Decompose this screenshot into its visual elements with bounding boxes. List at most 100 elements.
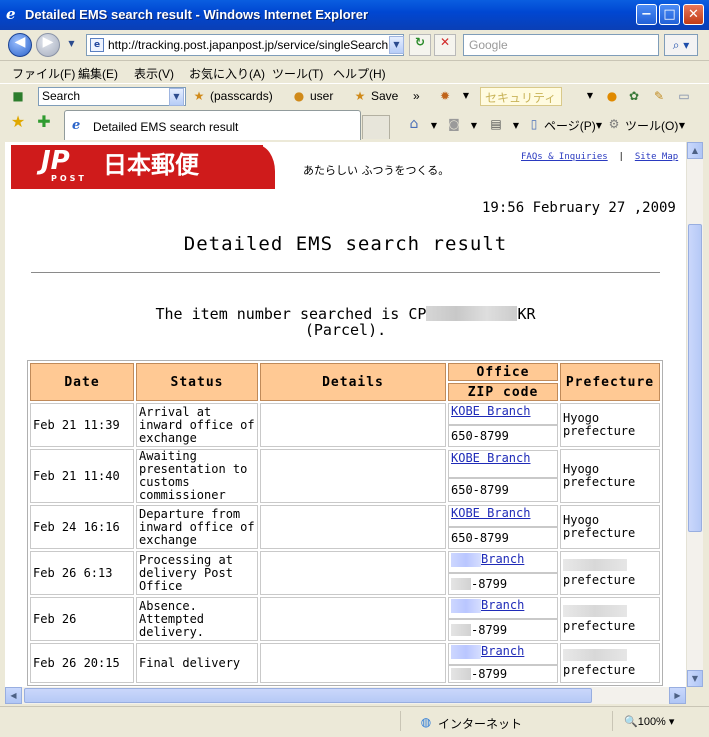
page-title: Detailed EMS search result	[183, 233, 508, 255]
vertical-scroll-thumb[interactable]	[688, 224, 702, 532]
office-link[interactable]: KOBE Branch	[451, 452, 530, 465]
security-dropdown-icon[interactable]: ▼	[582, 88, 598, 104]
address-input[interactable]: e http://tracking.post.japanpost.jp/serv…	[86, 34, 404, 56]
menu-tools[interactable]: ツール(T)	[272, 65, 323, 82]
menu-edit[interactable]: 編集(E)	[78, 65, 118, 82]
cell-details	[260, 597, 446, 641]
security-zone[interactable]: インターネット	[438, 715, 522, 732]
cell-office: KOBE Branch	[448, 505, 558, 527]
cell-status: Processing at delivery Post Office	[136, 551, 258, 595]
office-link[interactable]: KOBE Branch	[451, 507, 530, 520]
user-button[interactable]: user	[310, 89, 333, 103]
page-menu-dropdown-icon[interactable]: ▼	[591, 118, 607, 134]
office-link[interactable]: Branch	[481, 645, 524, 658]
save-button[interactable]: Save	[371, 89, 398, 103]
scroll-up-button[interactable]: ▲	[687, 142, 703, 159]
feeds-dropdown-icon[interactable]: ▼	[466, 118, 482, 134]
vertical-scrollbar[interactable]: ▲ ▼	[686, 142, 703, 687]
translate-icon[interactable]: ✿	[626, 88, 642, 104]
header-details: Details	[260, 363, 446, 401]
faq-link[interactable]: FAQs & Inquiries	[521, 152, 608, 162]
info-icon[interactable]: ●	[604, 88, 620, 104]
logo-post-text: POST	[51, 174, 87, 183]
menu-help[interactable]: ヘルプ(H)	[333, 65, 386, 82]
toolbar-more-button[interactable]: »	[413, 89, 420, 103]
menu-file[interactable]: ファイル(F)	[12, 65, 75, 82]
toolbar-options-icon[interactable]: ▭	[676, 88, 692, 104]
cell-status: Arrival at inward office of exchange	[136, 403, 258, 447]
header-date: Date	[30, 363, 134, 401]
history-dropdown-icon[interactable]: ▼	[64, 36, 79, 54]
maximize-button[interactable]: □	[659, 4, 680, 25]
favorites-star-icon[interactable]: ★	[10, 114, 26, 130]
wrench-icon[interactable]: ✎	[651, 88, 667, 104]
zip-text: -8799	[471, 666, 508, 681]
print-dropdown-icon[interactable]: ▼	[508, 118, 524, 134]
stop-icon: ✕	[439, 35, 451, 49]
new-tab-button[interactable]	[362, 115, 390, 139]
office-link[interactable]: Branch	[481, 553, 524, 566]
page-menu-button[interactable]: ページ(P)	[544, 117, 596, 134]
search-input[interactable]: Google	[463, 34, 659, 56]
cell-office-zip: Branch -8799	[448, 597, 558, 641]
cell-zip: 650-8799	[448, 527, 558, 549]
japanpost-logo[interactable]: JP POST 日本郵便	[11, 145, 263, 189]
home-icon[interactable]: ⌂	[406, 116, 422, 132]
gear-icon[interactable]: ✹	[437, 88, 453, 104]
chevron-down-icon[interactable]: ▼	[458, 88, 474, 104]
horizontal-scroll-thumb[interactable]	[24, 688, 592, 703]
feeds-icon[interactable]: ◙	[446, 116, 462, 132]
menu-favorites[interactable]: お気に入り(A)	[189, 65, 265, 82]
status-divider	[612, 711, 613, 731]
security-badge[interactable]: セキュリティ24	[480, 87, 562, 120]
minimize-button[interactable]: −	[636, 4, 657, 25]
add-favorite-icon[interactable]: ✚	[36, 114, 52, 130]
address-dropdown-icon[interactable]: ▼	[389, 36, 404, 54]
redacted-zip	[451, 624, 471, 636]
cell-zip: 650-8799	[448, 478, 558, 502]
tools-menu-button[interactable]: ツール(O)	[625, 117, 678, 134]
window-titlebar[interactable]: e Detailed EMS search result - Windows I…	[0, 0, 709, 30]
tagline: あたらしい ふつうをつくる。	[303, 164, 450, 177]
menu-view[interactable]: 表示(V)	[134, 65, 174, 82]
cell-details	[260, 551, 446, 595]
prefecture-text: prefecture	[563, 663, 636, 677]
office-link[interactable]: Branch	[481, 599, 524, 612]
cell-zip: -8799	[448, 573, 558, 595]
cell-date: Feb 26 6:13	[30, 551, 134, 595]
cell-status: Absence. Attempted delivery.	[136, 597, 258, 641]
print-icon[interactable]: ▤	[488, 116, 504, 132]
save-icon: ★	[354, 89, 366, 103]
horizontal-scrollbar[interactable]: ◀ ▶	[5, 687, 686, 704]
search-select[interactable]: Search	[38, 87, 186, 106]
stop-button[interactable]: ✕	[434, 34, 456, 56]
zoom-level[interactable]: 🔍100% ▾	[624, 715, 674, 728]
search-datetime: 19:56 February 27 ,2009	[482, 200, 676, 216]
cell-zip: -8799	[448, 665, 558, 683]
prefecture-text: prefecture	[563, 619, 636, 633]
cell-prefecture: prefecture	[560, 597, 660, 641]
search-button[interactable]: ⌕ ▾	[664, 34, 698, 56]
redacted-prefecture	[563, 649, 627, 661]
back-button[interactable]: ◀	[8, 33, 32, 57]
home-dropdown-icon[interactable]: ▼	[426, 118, 442, 134]
refresh-button[interactable]: ↻	[409, 34, 431, 56]
close-button[interactable]: ✕	[683, 4, 704, 25]
scroll-right-button[interactable]: ▶	[669, 687, 686, 704]
cell-prefecture: Hyogo prefecture	[560, 403, 660, 447]
table-row: Feb 26 6:13 Processing at delivery Post …	[30, 551, 660, 595]
passcards-button[interactable]: (passcards)	[210, 89, 273, 103]
cell-office-zip: KOBE Branch 650-8799	[448, 505, 558, 549]
scroll-left-button[interactable]: ◀	[5, 687, 22, 704]
cell-office: Branch	[448, 597, 558, 619]
tab-bar: ★ ✚ e Detailed EMS search result ⌂ ▼ ◙ ▼…	[0, 108, 709, 143]
sitemap-link[interactable]: Site Map	[635, 152, 678, 162]
office-link[interactable]: KOBE Branch	[451, 405, 530, 418]
tools-menu-dropdown-icon[interactable]: ▼	[674, 118, 690, 134]
tab-detailed-ems[interactable]: e Detailed EMS search result	[64, 110, 361, 140]
forward-button[interactable]: ▶	[36, 33, 60, 57]
search-select-dropdown-icon[interactable]: ▼	[169, 88, 184, 106]
scroll-down-button[interactable]: ▼	[687, 670, 703, 687]
cell-details	[260, 505, 446, 549]
status-bar: ◍ インターネット 🔍100% ▾	[0, 706, 709, 737]
